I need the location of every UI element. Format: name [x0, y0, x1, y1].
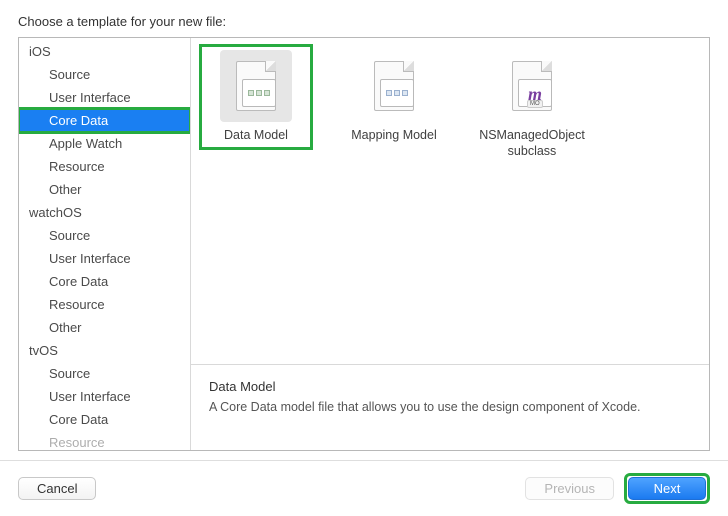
next-button-highlight: Next: [624, 473, 710, 504]
template-nsmanagedobject-subclass[interactable]: m MO NSManagedObject subclass: [477, 46, 587, 163]
category-sidebar: iOS Source User Interface Core Data Appl…: [19, 38, 191, 450]
template-mapping-model[interactable]: Mapping Model: [339, 46, 449, 148]
sidebar-item-core-data[interactable]: Core Data: [19, 270, 190, 293]
sidebar-item-resource[interactable]: Resource: [19, 155, 190, 178]
description-body: A Core Data model file that allows you t…: [209, 400, 691, 414]
sidebar-item-source[interactable]: Source: [19, 63, 190, 86]
template-label: Mapping Model: [341, 128, 447, 144]
template-main: Data Model Mapping Model: [191, 38, 709, 450]
sidebar-item-other[interactable]: Other: [19, 178, 190, 201]
template-panel: iOS Source User Interface Core Data Appl…: [18, 37, 710, 451]
sidebar-item-core-data[interactable]: Core Data: [19, 109, 190, 132]
sidebar-item-source[interactable]: Source: [19, 224, 190, 247]
sidebar-item-apple-watch[interactable]: Apple Watch: [19, 132, 190, 155]
template-description: Data Model A Core Data model file that a…: [191, 364, 709, 450]
nsmanagedobject-icon: m MO: [496, 50, 568, 122]
platform-watchos[interactable]: watchOS: [19, 201, 190, 224]
sidebar-item-other[interactable]: Other: [19, 316, 190, 339]
mapping-model-icon: [358, 50, 430, 122]
sidebar-item-source[interactable]: Source: [19, 362, 190, 385]
previous-button: Previous: [525, 477, 614, 500]
description-title: Data Model: [209, 379, 691, 394]
sidebar-item-user-interface[interactable]: User Interface: [19, 86, 190, 109]
template-label: Data Model: [203, 128, 309, 144]
cancel-button[interactable]: Cancel: [18, 477, 96, 500]
sidebar-item-resource[interactable]: Resource: [19, 431, 190, 450]
platform-tvos[interactable]: tvOS: [19, 339, 190, 362]
sheet-heading: Choose a template for your new file:: [18, 14, 710, 29]
sidebar-item-user-interface[interactable]: User Interface: [19, 247, 190, 270]
data-model-icon: [220, 50, 292, 122]
sheet-footer: Cancel Previous Next: [0, 460, 728, 516]
platform-ios[interactable]: iOS: [19, 40, 190, 63]
template-label: NSManagedObject subclass: [479, 128, 585, 159]
template-data-model[interactable]: Data Model: [201, 46, 311, 148]
next-button[interactable]: Next: [628, 477, 706, 500]
sidebar-item-user-interface[interactable]: User Interface: [19, 385, 190, 408]
template-grid: Data Model Mapping Model: [191, 38, 709, 364]
sidebar-item-resource[interactable]: Resource: [19, 293, 190, 316]
sidebar-item-core-data[interactable]: Core Data: [19, 408, 190, 431]
